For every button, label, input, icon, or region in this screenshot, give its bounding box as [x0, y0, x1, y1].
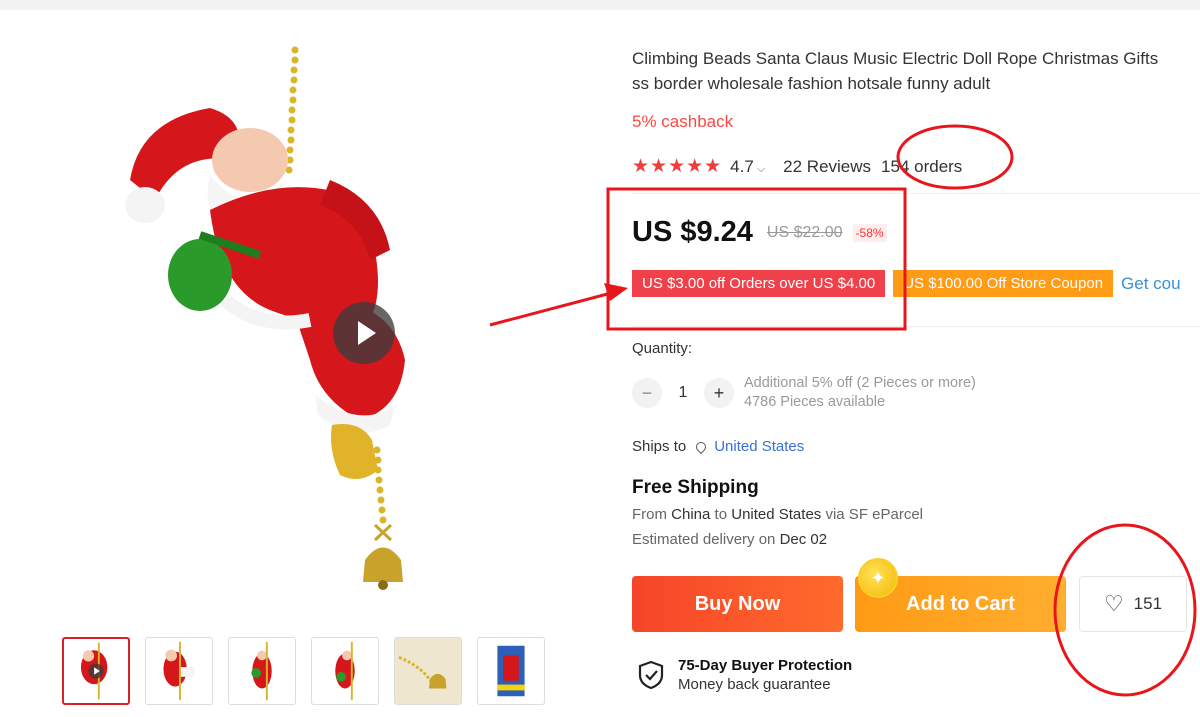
- play-video-button[interactable]: [333, 302, 395, 364]
- quantity-note: Additional 5% off (2 Pieces or more) 478…: [744, 374, 976, 412]
- ship-country-selector[interactable]: United States: [714, 438, 804, 455]
- coupon-orders-over[interactable]: US $3.00 off Orders over US $4.00: [632, 270, 886, 297]
- product-title-line2: ss border wholesale fashion hotsale funn…: [632, 74, 991, 93]
- cashback-label: 5% cashback: [632, 112, 734, 131]
- stock-available-note: 4786 Pieces available: [744, 394, 886, 410]
- to-word: to: [714, 506, 728, 523]
- from-word: From: [632, 506, 667, 523]
- thumbnail-5-bell[interactable]: [394, 637, 462, 705]
- wishlist-count: 151: [1133, 594, 1163, 613]
- delivery-date: Dec 02: [779, 531, 828, 548]
- santa-illustration: [125, 46, 405, 590]
- protection-title: 75-Day Buyer Protection: [678, 657, 853, 674]
- thumbnail-1-video[interactable]: [62, 637, 130, 705]
- shipping-route: From China to United States via SF eParc…: [632, 506, 923, 523]
- ships-to-row: Ships to United States: [632, 438, 804, 455]
- star-rating-icon: ★★★★★: [632, 156, 723, 177]
- thumbnail-6-package[interactable]: [477, 637, 545, 705]
- ships-to-label: Ships to: [632, 438, 687, 455]
- thumbnail-strip: [62, 637, 545, 705]
- quantity-stepper: − 1 + Additional 5% off (2 Pieces or mor…: [632, 374, 976, 412]
- chevron-down-icon: ⌵: [756, 162, 766, 175]
- thumbnail-2[interactable]: [145, 637, 213, 705]
- coupon-store[interactable]: US $100.00 Off Store Coupon: [893, 270, 1114, 297]
- rating-number: 4.7: [730, 156, 754, 176]
- thumbnail-4[interactable]: [311, 637, 379, 705]
- from-country: China: [671, 506, 711, 523]
- thumbnail-3[interactable]: [228, 637, 296, 705]
- to-country: United States: [731, 506, 822, 523]
- divider: [632, 193, 1200, 194]
- original-price: US $22.00: [766, 223, 843, 241]
- shipping-carrier: via SF eParcel: [825, 506, 924, 523]
- buyer-protection: 75-Day Buyer Protection Money back guara…: [638, 657, 852, 693]
- quantity-label: Quantity:: [632, 340, 693, 357]
- estimated-delivery: Estimated delivery on Dec 02: [632, 531, 827, 548]
- annotation-arrow-head: [604, 283, 628, 301]
- heart-icon: ♡: [1103, 591, 1124, 616]
- rating-row: ★★★★★ 4.7 ⌵ 22 Reviews 154 orders: [632, 155, 962, 178]
- bulk-discount-note: Additional 5% off (2 Pieces or more): [744, 375, 976, 391]
- shield-check-icon: [638, 660, 664, 690]
- get-coupons-link[interactable]: Get cou: [1121, 274, 1181, 294]
- product-title-line1: Climbing Beads Santa Claus Music Electri…: [632, 49, 1159, 68]
- product-info-panel: Climbing Beads Santa Claus Music Electri…: [632, 0, 1200, 717]
- main-product-image[interactable]: [60, 30, 560, 620]
- protection-subtitle: Money back guarantee: [678, 676, 831, 693]
- divider: [632, 326, 1200, 327]
- product-title: Climbing Beads Santa Claus Music Electri…: [632, 46, 1200, 96]
- delivery-prefix: Estimated delivery on: [632, 531, 776, 548]
- coin-sparkle-icon: ✦: [858, 558, 898, 598]
- reviews-link[interactable]: 22 Reviews: [783, 157, 871, 177]
- discount-badge: -58%: [852, 223, 887, 242]
- location-pin-icon: [694, 439, 709, 454]
- rating-value[interactable]: 4.7 ⌵: [730, 157, 765, 177]
- price-row: US $9.24 US $22.00 -58%: [632, 216, 887, 249]
- orders-count: 154 orders: [881, 156, 963, 176]
- wishlist-button[interactable]: ♡ 151: [1079, 576, 1187, 632]
- quantity-minus-button[interactable]: −: [632, 378, 662, 408]
- quantity-plus-button[interactable]: +: [704, 378, 734, 408]
- current-price: US $9.24: [632, 216, 753, 248]
- quantity-input[interactable]: 1: [662, 384, 704, 402]
- free-shipping-title: Free Shipping: [632, 477, 759, 498]
- coupon-row: US $3.00 off Orders over US $4.00 US $10…: [632, 270, 1181, 297]
- buy-now-button[interactable]: Buy Now: [632, 576, 843, 632]
